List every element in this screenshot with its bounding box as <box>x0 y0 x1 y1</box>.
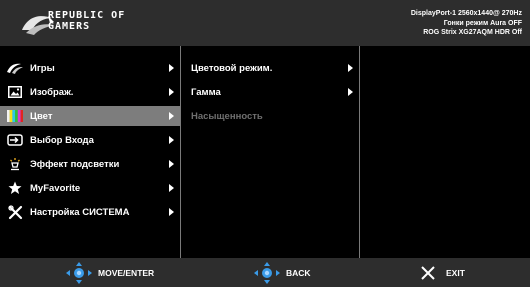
chevron-right-icon <box>348 64 353 72</box>
main-menu: Игры Изображ. Цвет Выбор Входа Эффект по… <box>0 46 181 258</box>
back-button[interactable]: BACK <box>254 258 311 287</box>
menu-item-label: Настройка СИСТЕМА <box>30 206 130 218</box>
chevron-right-icon <box>169 112 174 120</box>
rog-logo-text: REPUBLIC OF GAMERS <box>48 10 125 32</box>
color-submenu: Цветовой режим. Гамма Насыщенность <box>181 46 360 258</box>
color-bars-icon <box>7 109 23 123</box>
submenu-item-saturation: Насыщенность <box>181 106 359 126</box>
submenu-item-label: Гамма <box>191 86 221 98</box>
submenu-item-gamma[interactable]: Гамма <box>181 82 359 102</box>
chevron-right-icon <box>169 88 174 96</box>
chevron-right-icon <box>169 64 174 72</box>
menu-item-input-select[interactable]: Выбор Входа <box>0 130 180 150</box>
rog-eye-icon <box>7 61 23 75</box>
image-icon <box>7 85 23 99</box>
exit-label: EXIT <box>446 267 465 278</box>
menu-item-image[interactable]: Изображ. <box>0 82 180 102</box>
menu-item-label: MyFavorite <box>30 182 81 194</box>
menu-item-label: Изображ. <box>30 86 74 98</box>
menu-item-label: Цвет <box>30 110 53 122</box>
chevron-right-icon <box>169 160 174 168</box>
chevron-right-icon <box>348 88 353 96</box>
menu-item-light-effect[interactable]: Эффект подсветки <box>0 154 180 174</box>
status-mode-aura: Гонки режим Aura OFF <box>443 19 522 27</box>
submenu-item-label: Цветовой режим. <box>191 62 273 74</box>
value-panel <box>360 46 530 258</box>
move-enter-button[interactable]: MOVE/ENTER <box>66 258 154 287</box>
submenu-item-color-mode[interactable]: Цветовой режим. <box>181 58 359 78</box>
menu-item-label: Выбор Входа <box>30 134 94 146</box>
back-label: BACK <box>286 267 311 278</box>
input-icon <box>7 133 23 147</box>
menu-item-system-setup[interactable]: Настройка СИСТЕМА <box>0 202 180 222</box>
joystick-icon <box>254 261 280 284</box>
submenu-item-label: Насыщенность <box>191 110 263 122</box>
logo-line-2: GAMERS <box>48 21 91 32</box>
chevron-right-icon <box>169 136 174 144</box>
chevron-right-icon <box>169 208 174 216</box>
menu-item-myfavorite[interactable]: MyFavorite <box>0 178 180 198</box>
status-info: DisplayPort-1 2560x1440@ 270Hz Гонки реж… <box>411 9 522 38</box>
close-icon <box>420 265 436 281</box>
exit-button[interactable]: EXIT <box>420 258 465 287</box>
status-input-resolution: DisplayPort-1 2560x1440@ 270Hz <box>410 10 522 17</box>
header-bar: REPUBLIC OF GAMERS DisplayPort-1 2560x14… <box>0 0 530 46</box>
osd-menu: REPUBLIC OF GAMERS DisplayPort-1 2560x14… <box>0 0 530 287</box>
menu-item-label: Игры <box>30 62 55 74</box>
menu-item-label: Эффект подсветки <box>30 158 120 170</box>
tools-icon <box>7 204 23 219</box>
star-icon <box>7 181 23 195</box>
menu-item-color[interactable]: Цвет <box>0 106 180 126</box>
chevron-right-icon <box>169 184 174 192</box>
status-model-hdr: ROG Strix XG27AQM HDR Off <box>423 29 522 36</box>
footer-bar: MOVE/ENTER BACK EXIT <box>0 258 530 287</box>
menu-item-games[interactable]: Игры <box>0 58 180 78</box>
move-enter-label: MOVE/ENTER <box>98 267 155 278</box>
light-effect-icon <box>7 157 23 171</box>
logo-line-1: REPUBLIC OF <box>48 10 126 21</box>
joystick-icon <box>66 261 92 284</box>
